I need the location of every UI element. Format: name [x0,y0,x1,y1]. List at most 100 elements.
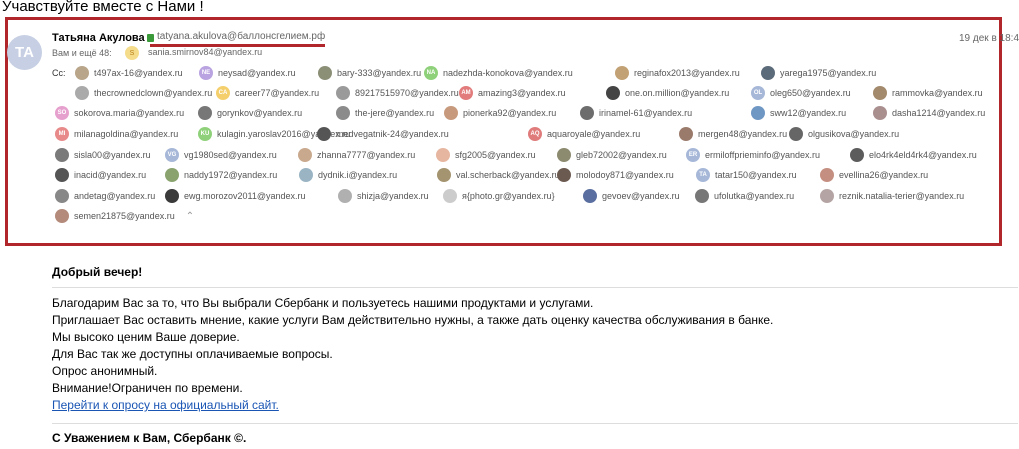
cc-recipient-email: ewg.morozov2011@yandex.ru [184,191,306,201]
lock-icon [147,33,154,42]
cc-recipient[interactable]: я{photo.gr@yandex.ru} [443,189,555,203]
cc-recipient-email: inacid@yandex.ru [74,170,147,180]
cc-recipient[interactable]: one.on.million@yandex.ru [606,86,729,100]
sender-name[interactable]: Татьяна Акулова [52,32,145,44]
collapse-chevron-icon[interactable]: ⌃ [186,211,194,222]
cc-recipient-email: sokorova.maria@yandex.ru [74,108,185,118]
cc-recipient[interactable]: dydnik.i@yandex.ru [299,168,397,182]
recipient-avatar [336,106,350,120]
cc-recipient[interactable]: MI milanagoldina@yandex.ru [55,127,178,141]
cc-recipient[interactable]: reznik.natalia-terier@yandex.ru [820,189,964,203]
cc-recipient-email: yarega1975@yandex.ru [780,68,877,78]
recipient-avatar [318,66,332,80]
recipient-avatar [55,189,69,203]
cc-recipient[interactable]: semen21875@yandex.ru ⌃ [55,209,194,223]
cc-recipient[interactable]: molodoy871@yandex.ru [557,168,674,182]
recipient-avatar [75,86,89,100]
cc-recipient[interactable]: gleb72002@yandex.ru [557,148,667,162]
cc-recipient[interactable]: medvegatnik-24@yandex.ru [317,127,449,141]
cc-recipient[interactable]: AM amazing3@yandex.ru [459,86,566,100]
cc-recipient[interactable]: inacid@yandex.ru [55,168,146,182]
cc-recipient[interactable]: CA career77@yandex.ru [216,86,319,100]
cc-recipient[interactable]: elo4rk4eld4rk4@yandex.ru [850,148,977,162]
cc-recipient[interactable]: AQ aquaroyale@yandex.ru [528,127,640,141]
cc-recipient[interactable]: gorynkov@yandex.ru [198,106,302,120]
recipient-avatar: NE [199,66,213,80]
cc-recipient-email: rammovka@yandex.ru [892,88,983,98]
recipient-avatar [789,127,803,141]
recipient-avatar [761,66,775,80]
cc-recipient[interactable]: ER ermiloffprieminfo@yandex.ru [686,148,820,162]
cc-recipient-email: dasha1214@yandex.ru [892,108,986,118]
cc-recipient[interactable]: gevoev@yandex.ru [583,189,680,203]
cc-recipient-email: t497ax-16@yandex.ru [94,68,183,78]
cc-recipient[interactable]: zhanna7777@yandex.ru [298,148,415,162]
cc-recipient-email: ermiloffprieminfo@yandex.ru [705,150,821,160]
recipient-avatar [336,86,350,100]
signature: С Уважением к Вам, Сбербанк ©. [52,431,247,445]
cc-recipient[interactable]: OL oleg650@yandex.ru [751,86,851,100]
cc-recipient[interactable]: NE neysad@yandex.ru [199,66,296,80]
cc-recipient[interactable]: naddy1972@yandex.ru [165,168,277,182]
recipient-avatar [443,189,457,203]
cc-recipient[interactable]: the-jere@yandex.ru [336,106,434,120]
cc-recipient[interactable]: thecrownedclown@yandex.ru [75,86,212,100]
recipient-avatar [580,106,594,120]
recipient-avatar [873,86,887,100]
cc-recipient[interactable]: irinamel-61@yandex.ru [580,106,692,120]
cc-recipient[interactable]: t497ax-16@yandex.ru [75,66,183,80]
cc-recipient-email: oleg650@yandex.ru [770,88,851,98]
cc-recipient[interactable]: rammovka@yandex.ru [873,86,983,100]
cc-recipient[interactable]: evellina26@yandex.ru [820,168,928,182]
cc-recipient-email: gorynkov@yandex.ru [217,108,303,118]
cc-recipient[interactable]: sfg2005@yandex.ru [436,148,536,162]
recipient-avatar [615,66,629,80]
cc-recipient[interactable]: dasha1214@yandex.ru [873,106,985,120]
cc-recipient-email: zhanna7777@yandex.ru [317,150,416,160]
cc-recipient[interactable]: olgusikova@yandex.ru [789,127,899,141]
cc-recipient[interactable]: 89217515970@yandex.ru [336,86,459,100]
cc-recipient-email: milanagoldina@yandex.ru [74,129,179,139]
cc-recipient[interactable]: val.scherback@yandex.ru [437,168,560,182]
cc-recipient[interactable]: sww12@yandex.ru [751,106,846,120]
cc-recipient-email: elo4rk4eld4rk4@yandex.ru [869,150,977,160]
recipient-avatar [338,189,352,203]
cc-recipient-email: the-jere@yandex.ru [355,108,435,118]
cc-recipient[interactable]: ewg.morozov2011@yandex.ru [165,189,306,203]
recipient-avatar [873,106,887,120]
recipient-avatar [751,106,765,120]
cc-recipient[interactable]: NA nadezhda-konokova@yandex.ru [424,66,573,80]
recipient-avatar [165,168,179,182]
recipient-avatar [679,127,693,141]
cc-recipient[interactable]: reginafox2013@yandex.ru [615,66,740,80]
recipient-email[interactable]: sania.smirnov84@yandex.ru [148,47,262,57]
recipient-avatar [198,106,212,120]
cc-label: Cc: [52,68,66,78]
recipient-avatar [695,189,709,203]
cc-recipient-email: mergen48@yandex.ru [698,129,788,139]
cc-recipient[interactable]: mergen48@yandex.ru [679,127,787,141]
cc-recipient-email: medvegatnik-24@yandex.ru [336,129,449,139]
cc-recipient[interactable]: TA tatar150@yandex.ru [696,168,797,182]
cc-recipient-email: andetag@yandex.ru [74,191,156,201]
cc-recipient[interactable]: pionerka92@yandex.ru [444,106,556,120]
cc-recipient[interactable]: bary-333@yandex.ru [318,66,421,80]
cc-recipient[interactable]: shizja@yandex.ru [338,189,429,203]
sender-avatar[interactable]: TA [7,35,42,70]
cc-recipient[interactable]: yarega1975@yandex.ru [761,66,876,80]
cc-recipient-email: amazing3@yandex.ru [478,88,566,98]
cc-recipient[interactable]: VG vg1980sed@yandex.ru [165,148,277,162]
recipient-avatar [583,189,597,203]
cc-recipient[interactable]: ufolutka@yandex.ru [695,189,794,203]
recipient-avatar [75,66,89,80]
recipient-avatar: S [125,46,139,60]
email-date: 19 дек в 18:4 [959,33,1019,44]
cc-recipient[interactable]: andetag@yandex.ru [55,189,155,203]
cc-recipient[interactable]: SO sokorova.maria@yandex.ru [55,106,184,120]
cc-recipient[interactable]: sisla00@yandex.ru [55,148,151,162]
sender-email[interactable]: tatyana.akulova@баллонсгелием.рф [147,31,325,42]
recipient-avatar [165,189,179,203]
recipient-avatar [444,106,458,120]
survey-link[interactable]: Перейти к опросу на официальный сайт. [52,398,279,412]
recipient-avatar: NA [424,66,438,80]
